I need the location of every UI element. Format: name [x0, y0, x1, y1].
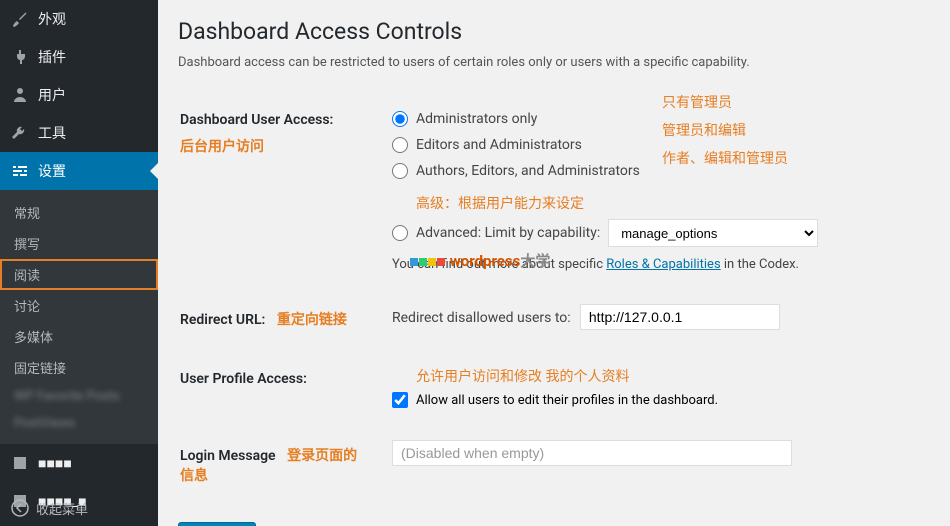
radio-admin-only[interactable] — [392, 111, 408, 127]
menu-users[interactable]: 用户 — [0, 76, 158, 114]
settings-submenu: 常规 撰写 阅读 讨论 多媒体 固定链接 WP Favorite Posts P… — [0, 190, 158, 444]
submenu-media[interactable]: 多媒体 — [0, 321, 158, 352]
collapse-menu[interactable]: 收起菜单 — [0, 490, 158, 526]
menu-label: 用户 — [38, 85, 66, 105]
sliders-icon — [10, 161, 30, 181]
redirect-url-input[interactable] — [580, 304, 780, 330]
radio-authors-editors-admins-label: Authors, Editors, and Administrators — [416, 163, 640, 179]
menu-plugins[interactable]: 插件 — [0, 38, 158, 76]
profile-label: User Profile Access: — [180, 351, 380, 423]
capability-select[interactable]: manage_options — [608, 219, 818, 247]
page-title: Dashboard Access Controls — [178, 18, 930, 45]
tools-icon — [10, 123, 30, 143]
ann-editors-admins: 管理员和编辑 — [662, 120, 746, 140]
ann-authors-editors-admins: 作者、编辑和管理员 — [662, 148, 788, 168]
radio-editors-admins-label: Editors and Administrators — [416, 137, 582, 153]
submenu-general[interactable]: 常规 — [0, 197, 158, 228]
menu-label: ■■■■ — [38, 455, 72, 472]
submenu-wpfavorite[interactable]: WP Favorite Posts — [0, 383, 158, 410]
radio-admin-only-label: Administrators only — [416, 111, 537, 127]
radio-advanced[interactable] — [392, 225, 408, 241]
admin-sidebar: 外观 插件 用户 工具 设置 常规 撰写 阅读 讨论 多媒体 固定链接 WP F… — [0, 0, 158, 526]
page-description: Dashboard access can be restricted to us… — [178, 55, 930, 70]
radio-editors-admins[interactable] — [392, 137, 408, 153]
login-label: Login Message 登录页面的信息 — [180, 425, 380, 505]
redirect-label: Redirect URL: 重定向链接 — [180, 289, 380, 349]
ann-advanced: 高级：根据用户能力来设定 — [416, 196, 584, 212]
radio-authors-editors-admins[interactable] — [392, 163, 408, 179]
collapse-icon — [10, 498, 30, 518]
submenu-writing[interactable]: 撰写 — [0, 228, 158, 259]
roles-note: You can find out more about specific Rol… — [392, 257, 918, 272]
redirect-annotation: 重定向链接 — [277, 312, 347, 328]
plug-icon — [10, 47, 30, 67]
submenu-discussion[interactable]: 讨论 — [0, 290, 158, 321]
collapse-label: 收起菜单 — [36, 499, 88, 518]
brush-icon — [10, 9, 30, 29]
generic-icon — [10, 453, 30, 473]
menu-tools[interactable]: 工具 — [0, 114, 158, 152]
submenu-permalinks[interactable]: 固定链接 — [0, 352, 158, 383]
profile-checkbox[interactable] — [392, 392, 408, 408]
access-annotation: 后台用户访问 — [180, 136, 264, 156]
ann-admin-only: 只有管理员 — [662, 92, 732, 112]
save-button[interactable]: 保存更改 — [178, 522, 256, 526]
menu-label: 插件 — [38, 47, 66, 67]
radio-advanced-label: Advanced: Limit by capability: — [416, 225, 600, 241]
menu-label: 外观 — [38, 9, 66, 29]
users-icon — [10, 85, 30, 105]
main-content: Dashboard Access Controls Dashboard acce… — [158, 0, 950, 526]
profile-check-label: Allow all users to edit their profiles i… — [416, 393, 718, 408]
menu-blurred-1[interactable]: ■■■■ — [0, 444, 158, 482]
access-label: Dashboard User Access: 后台用户访问 — [180, 92, 380, 287]
redirect-field-label: Redirect disallowed users to: — [392, 310, 571, 326]
menu-settings[interactable]: 设置 — [0, 152, 158, 190]
profile-annotation: 允许用户访问和修改 我的个人资料 — [416, 369, 629, 385]
menu-label: 设置 — [38, 161, 66, 181]
login-message-input[interactable] — [392, 440, 792, 466]
menu-label: 工具 — [38, 123, 66, 143]
submenu-reading[interactable]: 阅读 — [0, 259, 158, 290]
menu-appearance[interactable]: 外观 — [0, 0, 158, 38]
submenu-postviews[interactable]: PostViews — [0, 410, 158, 437]
roles-capabilities-link[interactable]: Roles & Capabilities — [606, 257, 720, 272]
